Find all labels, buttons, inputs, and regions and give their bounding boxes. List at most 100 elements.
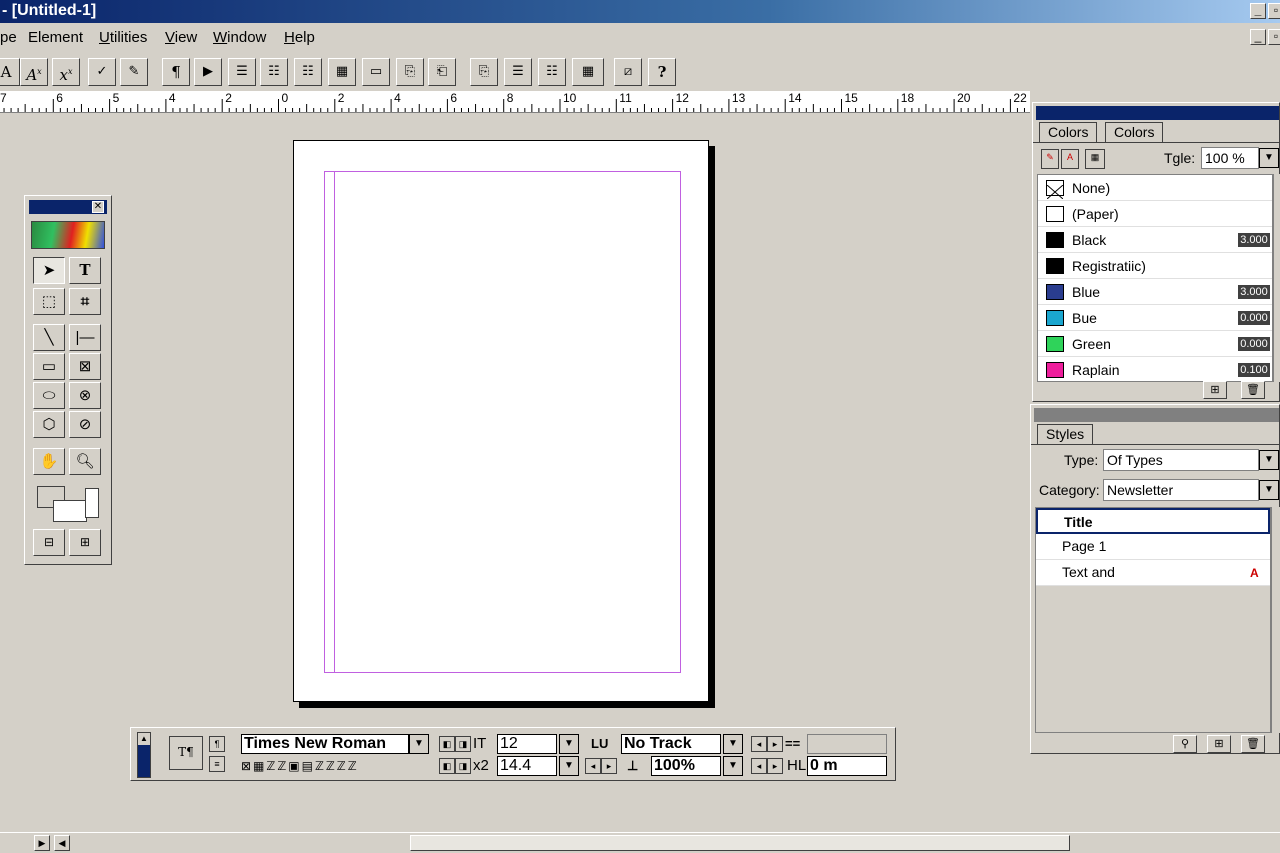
nudge-right-icon[interactable]: ▸: [767, 736, 783, 752]
previous-page-icon[interactable]: ◀: [54, 835, 70, 851]
color-item-black[interactable]: Black 3.000: [1038, 227, 1272, 253]
hand-tool[interactable]: ✋: [33, 448, 65, 475]
horizontal-scale-field[interactable]: 100%: [651, 756, 721, 776]
tracking-field[interactable]: No Track: [621, 734, 721, 754]
unlink-button[interactable]: ⎗: [428, 58, 456, 86]
menu-type[interactable]: pe: [0, 29, 17, 46]
trash-icon[interactable]: 🗑︎: [1241, 381, 1265, 399]
color-item-blue[interactable]: Blue 3.000: [1038, 279, 1272, 305]
font-size-dropdown[interactable]: ▼: [559, 734, 579, 754]
color-item-registration[interactable]: Registratiic): [1038, 253, 1272, 279]
colors-scrollbar[interactable]: [1273, 174, 1280, 382]
constrained-line-tool[interactable]: |—: [69, 324, 101, 351]
stroke-swatch[interactable]: [53, 500, 87, 522]
toolbox-title-bar[interactable]: ✕: [29, 200, 107, 214]
styles-scrollbar[interactable]: [1271, 507, 1280, 733]
rectangle-frame-tool[interactable]: ⊠: [69, 353, 101, 380]
superscript-button[interactable]: Ax: [20, 58, 48, 86]
doc-restore-button[interactable]: ▫: [1268, 29, 1280, 45]
align-button[interactable]: ☰: [504, 58, 532, 86]
pointer-tool[interactable]: ➤: [33, 257, 65, 284]
leading-field[interactable]: 14.4: [497, 756, 557, 776]
paragraph-button[interactable]: ¶: [162, 58, 190, 86]
text-tool[interactable]: T: [69, 257, 101, 284]
style-item-text-and[interactable]: Text and: [1036, 560, 1270, 586]
horizontal-ruler[interactable]: 765420246810111213141518202224262830: [0, 91, 1030, 113]
leading-dropdown[interactable]: ▼: [559, 756, 579, 776]
preview-view-icon[interactable]: ⊞: [69, 529, 101, 556]
rectangle-tool[interactable]: ▭: [33, 353, 65, 380]
color-item-paper[interactable]: (Paper): [1038, 201, 1272, 227]
find-style-icon[interactable]: ⚲: [1173, 735, 1197, 753]
baseline-decrease-icon[interactable]: ◧: [439, 758, 455, 774]
type-style-buttons[interactable]: ⊠▦ℤℤ▣▤ℤℤℤℤ: [241, 756, 359, 776]
font-button[interactable]: A: [0, 58, 20, 86]
polygon-tool[interactable]: ⬡: [33, 411, 65, 438]
frame-button[interactable]: ▭: [362, 58, 390, 86]
tint-field[interactable]: 100 %: [1201, 147, 1259, 169]
kerning-decrease-icon[interactable]: ◧: [439, 736, 455, 752]
color-item-none[interactable]: None): [1038, 175, 1272, 201]
transform-button[interactable]: ⧄: [614, 58, 642, 86]
horizontal-scrollbar[interactable]: ▶ ◀: [0, 832, 1280, 853]
help-button[interactable]: ?: [648, 58, 676, 86]
tab-colors[interactable]: Colors: [1039, 122, 1098, 142]
menu-element[interactable]: Element: [28, 29, 83, 46]
bullets-button[interactable]: ☷: [260, 58, 288, 86]
scale-increase-icon[interactable]: ▸: [601, 758, 617, 774]
font-size-field[interactable]: 12: [497, 734, 557, 754]
tint-dropdown[interactable]: ▼: [1259, 148, 1279, 168]
trash-icon[interactable]: 🗑︎: [1241, 735, 1265, 753]
color-item-green[interactable]: Green 0.000: [1038, 331, 1272, 357]
insert-page-button[interactable]: ⎘: [470, 58, 498, 86]
menu-help[interactable]: Help: [284, 29, 315, 46]
polygon-frame-tool[interactable]: ⊘: [69, 411, 101, 438]
tracking-dropdown[interactable]: ▼: [723, 734, 743, 754]
kern-right-icon[interactable]: ▸: [767, 758, 783, 774]
styles-mode-icon[interactable]: ≡: [209, 756, 225, 772]
font-family-dropdown[interactable]: ▼: [409, 734, 429, 754]
tab-colors-2[interactable]: Colors: [1105, 122, 1164, 142]
kern-left-icon[interactable]: ◂: [751, 758, 767, 774]
menu-view[interactable]: View: [165, 29, 197, 46]
zoom-tool[interactable]: 🔍︎: [69, 448, 101, 475]
new-style-button[interactable]: ⊞: [1207, 735, 1231, 753]
palette-grip[interactable]: [137, 732, 151, 778]
stroke-icon[interactable]: A: [1061, 149, 1079, 169]
menu-utilities[interactable]: Utilities: [99, 29, 147, 46]
baseline-increase-icon[interactable]: ◨: [455, 758, 471, 774]
table-button[interactable]: ▦: [328, 58, 356, 86]
paragraph-mode-icon[interactable]: ¶: [209, 736, 225, 752]
minimize-button[interactable]: _: [1250, 3, 1266, 19]
horizontal-scale-dropdown[interactable]: ▼: [723, 756, 743, 776]
crop-tool[interactable]: ⌗: [69, 288, 101, 315]
baseline-shift-field[interactable]: [807, 734, 887, 754]
font-family-field[interactable]: Times New Roman: [241, 734, 409, 754]
category-select[interactable]: Newsletter: [1103, 479, 1259, 501]
color-item-cyan[interactable]: Bue 0.000: [1038, 305, 1272, 331]
both-icon[interactable]: ▦: [1085, 149, 1105, 169]
tab-styles[interactable]: Styles: [1037, 424, 1094, 444]
restore-button[interactable]: ▫: [1268, 3, 1280, 19]
category-dropdown[interactable]: ▼: [1259, 480, 1279, 500]
style-item-page-1[interactable]: Page 1: [1036, 534, 1270, 560]
nudge-left-icon[interactable]: ◂: [751, 736, 767, 752]
rotate-tool[interactable]: ⬚: [33, 288, 65, 315]
color-item-magenta[interactable]: Raplain 0.100: [1038, 357, 1272, 381]
type-dropdown[interactable]: ▼: [1259, 450, 1279, 470]
kern-field[interactable]: 0 m: [807, 756, 887, 776]
normal-view-icon[interactable]: ⊟: [33, 529, 65, 556]
image-button[interactable]: ▦: [572, 58, 604, 86]
scroll-thumb[interactable]: [410, 835, 1070, 851]
numbering-button[interactable]: ☷: [294, 58, 322, 86]
spell-check-button[interactable]: ✓: [88, 58, 116, 86]
character-mode-icon[interactable]: T¶: [169, 736, 203, 770]
line-tool[interactable]: ╲: [33, 324, 65, 351]
style-item-title[interactable]: Title: [1036, 508, 1270, 534]
type-select[interactable]: Of Types: [1103, 449, 1259, 471]
doc-minimize-button[interactable]: _: [1250, 29, 1266, 45]
fill-icon[interactable]: ✎: [1041, 149, 1059, 169]
distribute-button[interactable]: ☷: [538, 58, 566, 86]
link-button[interactable]: ⎘: [396, 58, 424, 86]
menu-window[interactable]: Window: [213, 29, 266, 46]
